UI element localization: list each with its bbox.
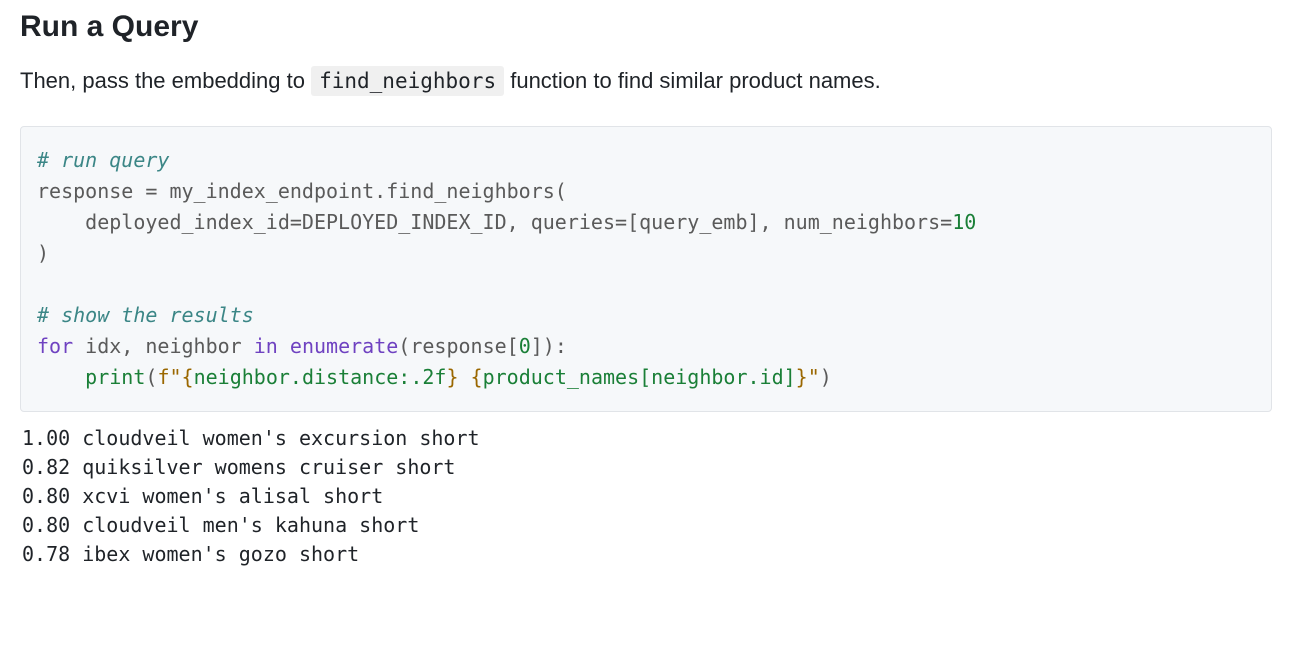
- code-token: =: [290, 210, 302, 234]
- code-token: in: [254, 334, 278, 358]
- code-token: f: [157, 365, 169, 389]
- code-token: neighbor: [145, 334, 253, 358]
- code-token: num_neighbors: [784, 210, 941, 234]
- code-token: [: [507, 334, 519, 358]
- code-token: (: [555, 179, 567, 203]
- code-token: neighbor.distance: [194, 365, 399, 389]
- code-pre: # run query response = my_index_endpoint…: [37, 145, 1255, 393]
- code-block: # run query response = my_index_endpoint…: [20, 126, 1272, 412]
- code-token: [459, 365, 471, 389]
- code-token: .: [374, 179, 386, 203]
- code-token: find_neighbors: [386, 179, 555, 203]
- inline-code-find-neighbors: find_neighbors: [311, 66, 504, 96]
- code-token: for: [37, 334, 73, 358]
- section-heading: Run a Query: [20, 10, 1272, 44]
- code-token: query_emb: [639, 210, 747, 234]
- code-token: 10: [952, 210, 976, 234]
- code-token: ": [808, 365, 820, 389]
- code-token: ,: [507, 210, 531, 234]
- code-token: (: [145, 365, 157, 389]
- code-token: ": [169, 365, 181, 389]
- code-token: deployed_index_id: [37, 210, 290, 234]
- output-block: 1.00 cloudveil women's excursion short 0…: [20, 424, 1272, 569]
- code-token: =: [940, 210, 952, 234]
- code-token: [278, 334, 290, 358]
- code-token: response: [37, 179, 145, 203]
- code-token: ): [37, 241, 49, 265]
- code-token: }: [446, 365, 458, 389]
- code-token: {: [471, 365, 483, 389]
- section-description: Then, pass the embedding to find_neighbo…: [20, 64, 1272, 98]
- code-token: [37, 365, 85, 389]
- code-comment: # show the results: [37, 303, 254, 327]
- code-token: enumerate: [290, 334, 398, 358]
- code-token: queries: [531, 210, 615, 234]
- code-token: (: [398, 334, 410, 358]
- description-text-prefix: Then, pass the embedding to: [20, 68, 311, 93]
- code-token: DEPLOYED_INDEX_ID: [302, 210, 507, 234]
- code-token: }: [796, 365, 808, 389]
- code-token: print: [85, 365, 145, 389]
- code-comment: # run query: [37, 148, 169, 172]
- code-token: =: [145, 179, 157, 203]
- code-token: response: [410, 334, 506, 358]
- code-token: product_names[neighbor.id]: [483, 365, 796, 389]
- code-token: ): [820, 365, 832, 389]
- code-token: my_index_endpoint: [157, 179, 374, 203]
- code-token: idx: [73, 334, 121, 358]
- code-token: ],: [747, 210, 783, 234]
- code-token: 0: [519, 334, 531, 358]
- code-token: ,: [121, 334, 145, 358]
- code-token: ]):: [531, 334, 567, 358]
- code-token: {: [182, 365, 194, 389]
- code-token: :.2f: [398, 365, 446, 389]
- description-text-suffix: function to find similar product names.: [504, 68, 881, 93]
- code-token: [: [627, 210, 639, 234]
- code-token: =: [615, 210, 627, 234]
